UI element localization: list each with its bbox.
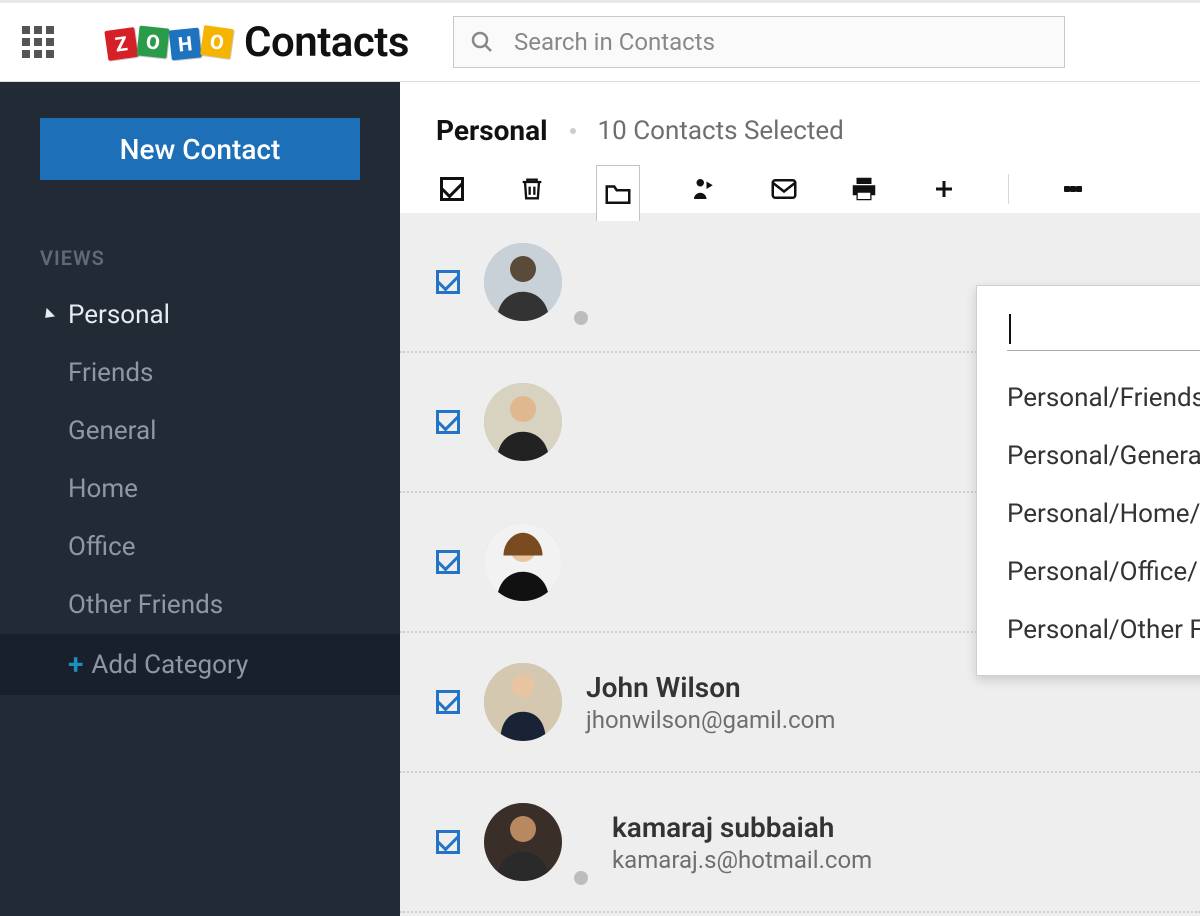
select-all-checkbox[interactable]	[436, 173, 468, 205]
page-title: Personal	[436, 114, 548, 147]
checkbox-icon	[440, 177, 464, 201]
trash-icon	[518, 175, 546, 203]
add-category-label: Add Category	[91, 650, 248, 680]
new-contact-button[interactable]: New Contact	[40, 118, 360, 180]
contact-email: kamaraj.s@hotmail.com	[612, 846, 872, 874]
contact-email: jhonwilson@gamil.com	[586, 706, 835, 734]
plus-icon: +	[68, 648, 83, 681]
row-checkbox[interactable]	[436, 690, 460, 714]
search-input[interactable]	[514, 28, 1048, 56]
sidebar-item-home[interactable]: Home	[0, 460, 400, 518]
brand: Z O H O Contacts	[106, 18, 409, 67]
titlebar: Personal 10 Contacts Selected	[436, 114, 1200, 147]
sidebar-item-general[interactable]: General	[0, 402, 400, 460]
search-icon	[470, 29, 494, 55]
status-dot	[574, 311, 588, 325]
sidebar-item-other-friends[interactable]: Other Friends	[0, 576, 400, 634]
topbar: Z O H O Contacts	[0, 0, 1200, 82]
avatar	[484, 663, 562, 741]
folder-option[interactable]: Personal/Home/	[977, 485, 1200, 543]
folder-icon	[603, 179, 633, 209]
text-cursor	[1009, 314, 1011, 344]
sidebar-item-friends[interactable]: Friends	[0, 344, 400, 402]
envelope-icon	[769, 174, 799, 204]
row-checkbox[interactable]	[436, 830, 460, 854]
row-checkbox[interactable]	[436, 550, 460, 574]
toolbar-separator	[1008, 174, 1009, 204]
dropdown-search[interactable]	[1007, 308, 1200, 351]
folder-dropdown: Personal/Friends/ Personal/General/ Pers…	[976, 285, 1200, 676]
avatar	[484, 803, 562, 881]
views-heading: VIEWS	[40, 246, 400, 270]
delete-button[interactable]	[516, 173, 548, 205]
row-checkbox[interactable]	[436, 410, 460, 434]
folder-option[interactable]: Personal/Office/	[977, 543, 1200, 601]
row-checkbox[interactable]	[436, 270, 460, 294]
assign-button[interactable]	[688, 173, 720, 205]
zoho-logo: Z O H O	[106, 27, 232, 57]
folder-option[interactable]: Personal/General/	[977, 427, 1200, 485]
search-box[interactable]	[453, 16, 1065, 68]
list-header: Personal 10 Contacts Selected	[400, 82, 1200, 213]
avatar	[484, 383, 562, 461]
separator-dot	[570, 128, 576, 134]
folder-option[interactable]: Personal/Friends/	[977, 369, 1200, 427]
main-panel: Personal 10 Contacts Selected	[400, 82, 1200, 916]
contact-row[interactable]: kamaraj subbaiah kamaraj.s@hotmail.com	[400, 773, 1200, 913]
avatar	[484, 243, 562, 321]
move-to-folder-button[interactable]	[596, 165, 640, 221]
contact-name: kamaraj subbaiah	[612, 811, 872, 844]
contact-name: John Wilson	[586, 671, 835, 704]
mail-button[interactable]	[768, 173, 800, 205]
apps-menu-icon[interactable]	[22, 26, 54, 58]
add-button[interactable]	[928, 173, 960, 205]
sidebar-item-personal[interactable]: Personal	[0, 286, 400, 344]
avatar	[484, 523, 562, 601]
plus-icon	[932, 177, 956, 201]
folder-option[interactable]: Personal/Other Friends/	[977, 601, 1200, 659]
print-icon	[849, 174, 879, 204]
sidebar-add-category[interactable]: + Add Category	[0, 634, 400, 695]
app-name: Contacts	[244, 18, 409, 67]
sidebar-tree: Personal Friends General Home Office Oth…	[0, 286, 400, 695]
sidebar-item-office[interactable]: Office	[0, 518, 400, 576]
sidebar: New Contact VIEWS Personal Friends Gener…	[0, 82, 400, 916]
more-menu-button[interactable]	[1057, 173, 1089, 205]
selected-count: 10 Contacts Selected	[598, 116, 844, 146]
person-move-icon	[689, 174, 719, 204]
toolbar	[436, 165, 1200, 213]
print-button[interactable]	[848, 173, 880, 205]
status-dot	[574, 871, 588, 885]
